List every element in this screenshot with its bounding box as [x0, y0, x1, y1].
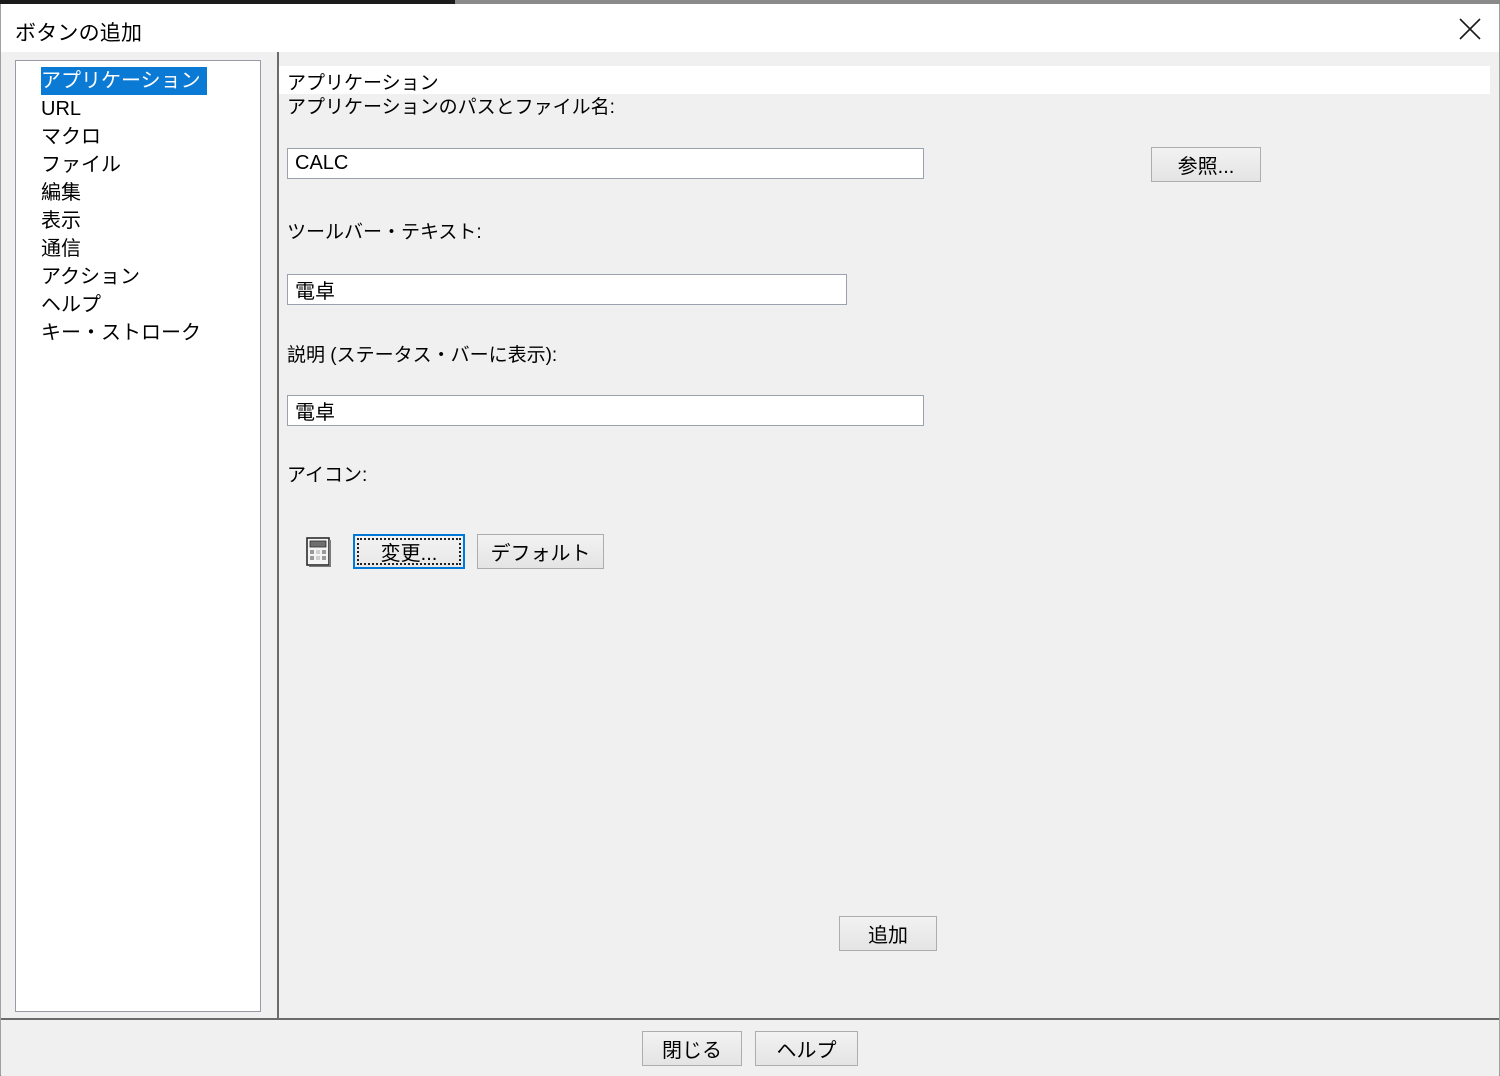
category-item-8[interactable]: ヘルプ — [16, 291, 260, 319]
toolbar-text-input[interactable] — [287, 274, 847, 305]
default-icon-button[interactable]: デフォルト — [477, 534, 604, 569]
close-dialog-button[interactable]: 閉じる — [642, 1031, 742, 1066]
add-button-label: 追加 — [868, 925, 908, 947]
description-label: 説明 (ステータス・バーに表示): — [287, 345, 558, 366]
calculator-glyph — [306, 537, 331, 568]
calculator-icon — [306, 537, 332, 568]
add-button-dialog: ボタンの追加 アプリケーション URL マクロ ファイル 編集 表示 通信 アク… — [0, 0, 1500, 1076]
change-icon-button[interactable]: 変更... — [353, 534, 465, 569]
help-button[interactable]: ヘルプ — [755, 1031, 858, 1066]
category-item-label: アプリケーション — [41, 67, 207, 95]
dialog-title: ボタンの追加 — [15, 22, 143, 45]
add-button[interactable]: 追加 — [839, 916, 937, 951]
application-path-input[interactable] — [287, 148, 924, 179]
application-path-label: アプリケーションのパスとファイル名: — [287, 97, 615, 118]
browse-button[interactable]: 参照... — [1151, 147, 1261, 182]
icon-label: アイコン: — [287, 465, 368, 486]
help-button-label: ヘルプ — [776, 1040, 837, 1062]
category-item-2[interactable]: マクロ — [16, 123, 260, 151]
category-item-1[interactable]: URL — [16, 95, 260, 123]
category-item-5[interactable]: 表示 — [16, 207, 260, 235]
dialog-content: アプリケーション URL マクロ ファイル 編集 表示 通信 アクション ヘルプ… — [1, 52, 1499, 1018]
category-listbox[interactable]: アプリケーション URL マクロ ファイル 編集 表示 通信 アクション ヘルプ… — [15, 60, 261, 1012]
title-bar: ボタンの追加 — [1, 4, 1499, 52]
category-item-6[interactable]: 通信 — [16, 235, 260, 263]
close-glyph — [1459, 18, 1481, 40]
browse-button-label: 参照... — [1177, 156, 1235, 178]
category-item-4[interactable]: 編集 — [16, 179, 260, 207]
dialog-footer: 閉じる ヘルプ — [1, 1020, 1499, 1076]
settings-pane: アプリケーション アプリケーションのパスとファイル名: 参照... ツールバー・… — [279, 52, 1499, 1018]
dialog-body: ボタンの追加 アプリケーション URL マクロ ファイル 編集 表示 通信 アク… — [0, 4, 1500, 1076]
category-item-9[interactable]: キー・ストローク — [16, 319, 260, 347]
category-list-items: アプリケーション URL マクロ ファイル 編集 表示 通信 アクション ヘルプ… — [16, 61, 260, 347]
toolbar-text-label: ツールバー・テキスト: — [287, 222, 482, 243]
close-dialog-button-label: 閉じる — [662, 1040, 722, 1062]
change-icon-button-label: 変更... — [380, 543, 438, 565]
category-item-0[interactable]: アプリケーション — [16, 67, 260, 95]
description-input[interactable] — [287, 395, 924, 426]
close-icon[interactable] — [1441, 4, 1499, 52]
section-title-band: アプリケーション — [279, 66, 1490, 94]
section-title: アプリケーション — [287, 73, 439, 94]
category-item-3[interactable]: ファイル — [16, 151, 260, 179]
category-item-7[interactable]: アクション — [16, 263, 260, 291]
default-icon-button-label: デフォルト — [490, 543, 591, 565]
